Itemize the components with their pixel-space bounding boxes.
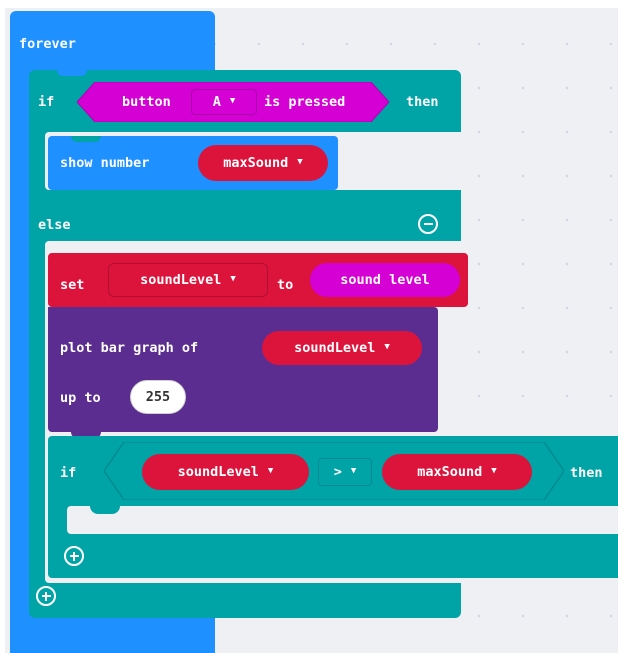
chevron-down-icon: ▼ [297,157,303,167]
plus-circle-icon[interactable] [36,586,56,606]
plot-bar-graph-label: plot bar graph of [60,340,199,356]
show-number-notch [71,136,101,142]
if-block-notch [57,70,87,76]
button-value: A [212,94,221,110]
plus-circle-icon[interactable] [64,546,84,566]
sound-level-value: sound level [340,272,430,288]
workspace-canvas[interactable]: forever if button A ▼ is pressed then sh… [5,8,618,653]
compare-left-variable-dropdown[interactable]: soundLevel ▼ [142,454,309,490]
chevron-down-icon: ▼ [384,342,390,352]
chevron-down-icon: ▼ [350,466,357,476]
forever-label: forever [19,36,76,52]
operator-value: > [333,464,342,480]
minus-circle-icon[interactable] [418,214,438,234]
chevron-down-icon: ▼ [230,274,236,284]
chevron-down-icon: ▼ [229,96,236,106]
sound-level-reporter[interactable]: sound level [310,263,460,297]
else-label: else [38,217,71,233]
up-to-number-input[interactable]: 255 [130,380,186,414]
up-to-value: 255 [145,389,171,405]
inner-if-slot-notch [90,506,120,514]
up-to-label: up to [60,390,101,406]
inner-then-label: then [570,465,603,481]
plot-soundlevel-value: soundLevel [294,340,376,356]
maxsound-value: maxSound [223,155,289,171]
chevron-down-icon: ▼ [267,466,274,476]
operator-dropdown[interactable]: > ▼ [318,458,372,486]
if-label: if [38,94,55,110]
to-label: to [277,277,294,293]
plot-bar-graph-block[interactable] [48,307,438,432]
soundlevel-value: soundLevel [140,272,222,288]
inner-if-label: if [60,465,77,481]
compare-right-value: maxSound [417,464,483,480]
set-label: set [60,277,85,293]
is-pressed-label: is pressed [264,94,346,110]
button-label: button [122,94,171,110]
soundlevel-variable-dropdown[interactable]: soundLevel ▼ [108,263,268,297]
plot-soundlevel-variable-dropdown[interactable]: soundLevel ▼ [262,331,422,365]
inner-if-slot [67,506,618,534]
show-number-label: show number [60,155,150,171]
then-label: then [406,94,439,110]
chevron-down-icon: ▼ [491,466,497,476]
compare-right-variable-dropdown[interactable]: maxSound ▼ [382,454,532,490]
maxsound-variable-dropdown[interactable]: maxSound ▼ [198,145,328,181]
compare-left-value: soundLevel [177,464,259,480]
button-selector-dropdown[interactable]: A ▼ [191,89,257,115]
